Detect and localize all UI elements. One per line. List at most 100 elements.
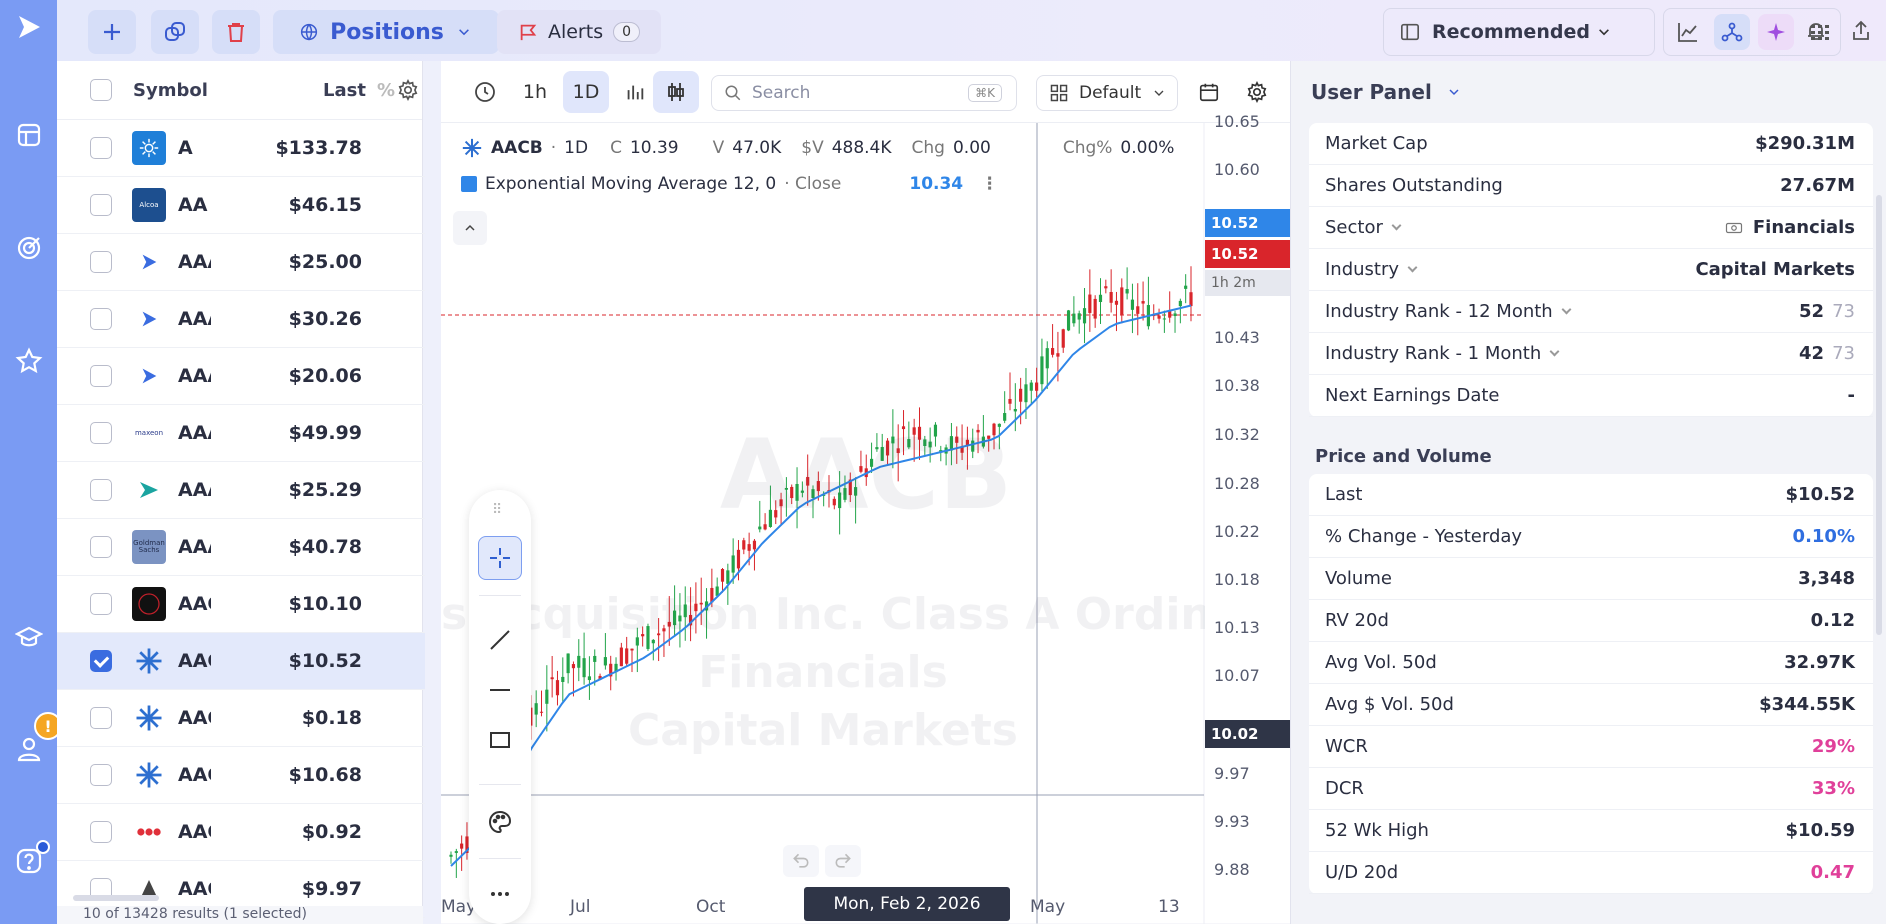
trend-line-tool[interactable] (478, 618, 522, 662)
watchlist-row[interactable]: Goldman Sachs AAA $40.78 (57, 519, 425, 576)
gear-icon[interactable] (397, 79, 419, 101)
row-checkbox[interactable] (90, 308, 112, 330)
undo-button[interactable] (783, 845, 819, 877)
chart-view-button[interactable] (1670, 14, 1706, 50)
price-volume-row: U/D 20d 0.47 (1309, 852, 1873, 894)
row-checkbox[interactable] (90, 365, 112, 387)
collapse-legend-button[interactable] (453, 211, 487, 245)
positions-dropdown[interactable]: Positions (273, 10, 499, 54)
watchlist-row[interactable]: AAC $10.52 (57, 633, 425, 690)
chart-settings-button[interactable] (1237, 71, 1277, 113)
watchlist-row[interactable]: AAC $10.68 (57, 747, 425, 804)
company-logo-icon: maxeon (132, 416, 166, 450)
recommended-dropdown[interactable]: Recommended (1383, 8, 1655, 56)
time-label-13: 13 (1158, 897, 1180, 917)
app-logo-icon[interactable] (14, 12, 43, 41)
symbol-search[interactable]: Search ⌘K (711, 75, 1017, 111)
add-button[interactable] (88, 10, 136, 54)
watchlist-row[interactable]: AAA $25.00 (57, 234, 425, 291)
select-all-checkbox[interactable] (90, 79, 112, 101)
row-checkbox[interactable] (90, 650, 112, 672)
star-icon[interactable] (14, 346, 43, 375)
column-symbol[interactable]: Symbol (133, 80, 208, 101)
company-logo-icon (132, 758, 166, 792)
row-checkbox[interactable] (90, 251, 112, 273)
calendar-button[interactable] (1189, 71, 1229, 113)
chevron-down-icon (1391, 220, 1402, 231)
horizontal-line-tool[interactable] (478, 668, 522, 712)
network-view-button[interactable] (1714, 14, 1750, 50)
notifications-button[interactable] (1796, 13, 1836, 49)
row-symbol: AAC (178, 650, 211, 672)
candle-style-button[interactable] (653, 71, 699, 113)
row-symbol: AAC (178, 764, 211, 786)
crosshair-tool[interactable] (478, 536, 522, 580)
trend-line-icon (490, 630, 510, 650)
row-checkbox[interactable] (90, 422, 112, 444)
watchlist-row[interactable]: AAC $10.10 (57, 576, 425, 633)
layout-dropdown[interactable]: Default (1036, 75, 1178, 111)
watchlist-row[interactable]: maxeon AAA $49.99 (57, 405, 425, 462)
price-volume-title: Price and Volume (1315, 446, 1492, 467)
row-checkbox[interactable] (90, 821, 112, 843)
more-tools-button[interactable] (478, 872, 522, 916)
row-checkbox[interactable] (90, 764, 112, 786)
row-checkbox[interactable] (90, 479, 112, 501)
ema-series-line (450, 304, 1192, 867)
company-logo-icon (132, 302, 166, 336)
delete-button[interactable] (212, 10, 260, 54)
target-icon[interactable] (14, 232, 43, 261)
watchlist-row[interactable]: AAA $20.06 (57, 348, 425, 405)
row-checkbox[interactable] (90, 536, 112, 558)
row-checkbox[interactable] (90, 593, 112, 615)
panel-vscrollbar[interactable] (1876, 195, 1882, 635)
alerts-button[interactable]: Alerts 0 (497, 10, 661, 54)
education-cap-icon[interactable] (14, 622, 43, 651)
column-last[interactable]: Last (323, 80, 366, 101)
watchlist-row[interactable]: AAC $0.18 (57, 690, 425, 747)
share-button[interactable] (1841, 13, 1881, 49)
database-icon[interactable] (14, 120, 43, 149)
indicator-more-icon[interactable]: ⋮ (981, 174, 998, 194)
watchlist-hscrollbar[interactable] (73, 895, 159, 901)
pv-label: DCR (1325, 778, 1364, 799)
row-checkbox[interactable] (90, 707, 112, 729)
candle-body (1184, 285, 1188, 289)
duplicate-button[interactable] (151, 10, 199, 54)
info-value: 27.67M (1780, 175, 1855, 196)
price-axis-label: 10.22 (1214, 522, 1260, 541)
info-row: Next Earnings Date - (1309, 375, 1873, 417)
color-palette-tool[interactable] (478, 800, 522, 844)
row-last-price: $25.29 (288, 479, 362, 501)
info-row[interactable]: Industry Capital Markets (1309, 249, 1873, 291)
interval-1h[interactable]: 1h (513, 71, 557, 113)
interval-1d[interactable]: 1D (563, 71, 609, 113)
row-checkbox[interactable] (90, 137, 112, 159)
row-symbol: AAA (178, 479, 211, 501)
bar-style-button[interactable] (615, 71, 655, 113)
ema-price-tag: 10.52 (1205, 209, 1290, 237)
watchlist-row[interactable]: A $133.78 (57, 120, 425, 177)
info-row[interactable]: Industry Rank - 1 Month 42 73 (1309, 333, 1873, 375)
clock-button[interactable] (465, 71, 505, 113)
drag-handle-icon[interactable]: ⠿ (492, 502, 502, 518)
help-dot (36, 840, 50, 854)
ai-button[interactable] (1758, 14, 1794, 50)
user-icon[interactable] (14, 734, 43, 763)
info-value: 52 (1799, 301, 1825, 322)
watchlist-row[interactable]: AAC $0.92 (57, 804, 425, 861)
redo-button[interactable] (825, 845, 861, 877)
price-axis-label: 10.28 (1214, 474, 1260, 493)
column-pct[interactable]: % (377, 80, 395, 101)
info-row[interactable]: Industry Rank - 12 Month 52 73 (1309, 291, 1873, 333)
search-shortcut: ⌘K (968, 84, 1002, 102)
info-row[interactable]: Sector Financials (1309, 207, 1873, 249)
rectangle-tool[interactable] (478, 718, 522, 762)
row-last-price: $0.92 (301, 821, 362, 843)
user-panel-header[interactable]: User Panel (1291, 61, 1886, 123)
watchlist-row[interactable]: AAA $25.29 (57, 462, 425, 519)
row-checkbox[interactable] (90, 194, 112, 216)
watchlist-row[interactable]: Alcoa AA $46.15 (57, 177, 425, 234)
watchlist-row[interactable]: AAA $30.26 (57, 291, 425, 348)
info-label: Industry (1325, 259, 1400, 280)
